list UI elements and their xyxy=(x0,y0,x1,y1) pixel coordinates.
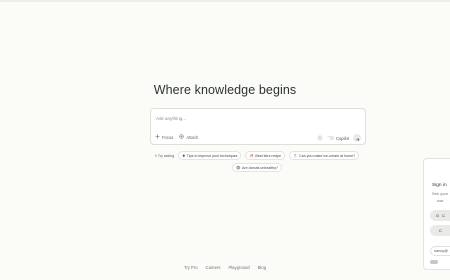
email-field[interactable]: nancy@ xyxy=(430,246,450,256)
toggle-icon xyxy=(326,136,334,140)
suggestions-row-1: ϟ Try asking ✹ Tips to improve pool tech… xyxy=(150,151,364,160)
attach-button[interactable]: Attach xyxy=(179,134,198,140)
suggestion-label: Can you make ice-cream at home? xyxy=(299,153,356,158)
suggestion-chip[interactable]: 👁 Are donuts unhealthy? xyxy=(231,163,283,172)
top-border xyxy=(0,0,450,2)
footer-link-try-pro[interactable]: Try Pro xyxy=(184,265,198,270)
footer-link-playground[interactable]: Playground xyxy=(228,265,249,270)
suggestion-chip[interactable]: 🧂 Can you make ice-cream at home? xyxy=(289,151,360,160)
google-signin-button[interactable]: G C xyxy=(430,210,450,221)
suggestion-chip[interactable]: ✹ Tips to improve pool techniques xyxy=(178,151,242,160)
lightning-icon: ϟ xyxy=(154,153,157,158)
suggestions: ϟ Try asking ✹ Tips to improve pool tech… xyxy=(150,151,364,175)
suggestion-label: Are donuts unhealthy? xyxy=(242,165,279,170)
apple-signin-button[interactable]: C xyxy=(430,225,450,236)
copilot-label: Copilot xyxy=(335,135,349,141)
suggestion-chip[interactable]: 🍜 Best tiers recipe xyxy=(245,151,286,160)
signin-heading: Sign in xyxy=(432,183,447,188)
search-input[interactable] xyxy=(156,113,326,123)
signin-subtitle: See your xyxy=(432,191,449,196)
copilot-toggle[interactable]: Copilot xyxy=(326,135,349,141)
focus-button[interactable]: Focus xyxy=(155,134,173,140)
suggestions-row-2: 👁 Are donuts unhealthy? xyxy=(150,163,364,172)
footer: Try Pro Careers Playground Blog xyxy=(0,265,450,270)
footer-link-blog[interactable]: Blog xyxy=(258,265,266,270)
signin-panel: Sign in See your use G C C nancy@ xyxy=(423,158,450,270)
try-asking-label: ϟ Try asking xyxy=(154,153,175,158)
page-title: Where knowledge begins xyxy=(153,83,297,97)
upload-button[interactable] xyxy=(316,135,323,141)
signin-subtitle-2: use xyxy=(437,198,444,203)
suggestion-label: Tips to improve pool techniques xyxy=(186,153,238,158)
arrow-right-icon xyxy=(355,129,360,147)
suggestion-icon: 🧂 xyxy=(293,153,298,158)
search-right-actions: Copilot xyxy=(316,134,361,142)
plus-icon xyxy=(155,134,160,140)
suggestion-icon: ✹ xyxy=(182,153,186,158)
suggestion-icon: 👁 xyxy=(235,165,241,170)
focus-label: Focus xyxy=(162,134,174,140)
suggestion-label: Best tiers recipe xyxy=(255,153,282,158)
submit-button[interactable] xyxy=(353,134,361,142)
google-icon: G xyxy=(436,213,440,218)
search-actions: Focus Attach xyxy=(155,134,198,140)
suggestion-icon: 🍜 xyxy=(249,153,254,158)
attach-icon xyxy=(179,134,185,140)
footer-link-careers[interactable]: Careers xyxy=(206,265,221,270)
email-submit-button[interactable] xyxy=(430,260,438,264)
attach-label: Attach xyxy=(186,134,199,140)
search-card: Focus Attach Copilot xyxy=(150,108,366,145)
